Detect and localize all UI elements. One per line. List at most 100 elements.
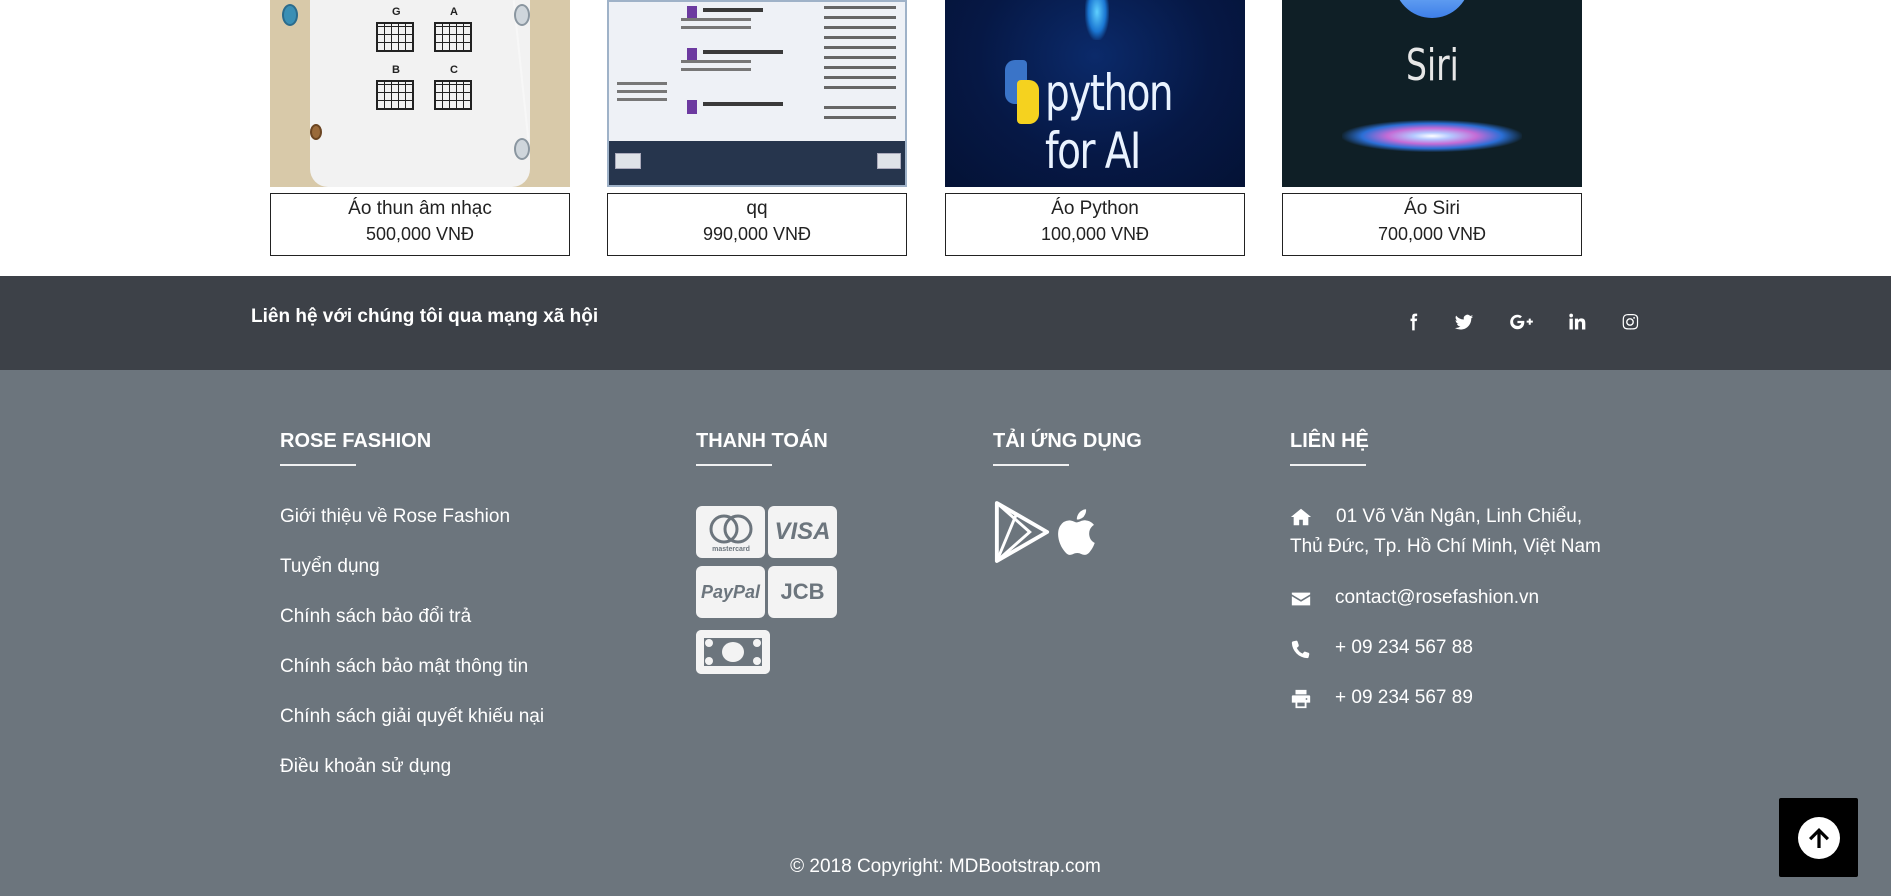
product-card[interactable]: G A B C Áo thun âm nhạc 500,000 VNĐ (270, 0, 570, 256)
product-name[interactable]: qq (608, 198, 906, 220)
brand-heading: ROSE FASHION (280, 430, 432, 466)
product-name[interactable]: Áo thun âm nhạc (271, 198, 569, 220)
siri-text: Siri (1406, 40, 1459, 91)
earbud (514, 4, 530, 26)
site-footer: ROSE FASHION Giới thiệu về Rose Fashion … (0, 370, 1891, 896)
product-card[interactable]: qq 990,000 VNĐ (607, 0, 907, 256)
package-icon (687, 100, 697, 114)
dialog-footer-bar (609, 141, 905, 185)
text-line (824, 16, 896, 19)
product-card[interactable]: python for AI Áo Python 100,000 VNĐ (945, 0, 1245, 256)
phone-icon (1290, 638, 1314, 660)
text-line (824, 106, 896, 109)
envelope-icon (1290, 588, 1314, 610)
product-info: qq 990,000 VNĐ (607, 193, 907, 256)
google-play-icon[interactable] (993, 500, 1051, 569)
footer-link-return-policy[interactable]: Chính sách bảo đổi trả (280, 606, 471, 628)
address-line-1: 01 Võ Văn Ngân, Linh Chiểu, (1336, 506, 1583, 527)
earbud (514, 138, 530, 160)
siri-wave (1342, 120, 1522, 152)
tshirt-shape (310, 0, 530, 187)
product-image[interactable]: G A B C (270, 0, 570, 187)
product-price: 700,000 VNĐ (1377, 224, 1487, 244)
google-plus-icon[interactable] (1507, 309, 1537, 335)
text-line (681, 26, 751, 29)
printer-icon (1290, 688, 1314, 710)
home-icon (1290, 506, 1314, 528)
linkedin-icon[interactable] (1564, 309, 1590, 335)
text-line (681, 60, 751, 63)
chord-diagram (434, 22, 472, 52)
footer-link-careers[interactable]: Tuyển dụng (280, 556, 380, 578)
product-info: Áo Siri 700,000 VNĐ (1282, 193, 1582, 256)
product-name[interactable]: Áo Siri (1283, 198, 1581, 220)
footer-link-about[interactable]: Giới thiệu về Rose Fashion (280, 506, 510, 528)
close-button-shape (877, 153, 901, 169)
product-price: 500,000 VNĐ (365, 224, 475, 244)
product-image[interactable]: Siri (1282, 0, 1582, 187)
product-name[interactable]: Áo Python (946, 198, 1244, 220)
contact-heading: LIÊN HỆ (1290, 430, 1369, 466)
text-line (617, 82, 667, 85)
twitter-icon[interactable] (1451, 309, 1477, 335)
social-bar-text: Liên hệ với chúng tôi qua mạng xã hội (251, 306, 599, 327)
keychain-shape (310, 124, 322, 140)
text-line (824, 56, 896, 59)
text-line (824, 36, 896, 39)
product-card[interactable]: Siri Áo Siri 700,000 VNĐ (1282, 0, 1582, 256)
visa-icon: VISA (768, 506, 837, 558)
product-price: 100,000 VNĐ (1040, 224, 1150, 244)
chord-diagram (376, 80, 414, 110)
chord-diagram (376, 22, 414, 52)
text-line (681, 18, 751, 21)
text-line (824, 76, 896, 79)
text-line (824, 26, 896, 29)
settings-button-shape (615, 153, 641, 169)
product-strip: G A B C Áo thun âm nhạc 500,000 VNĐ qq 9… (0, 0, 1891, 276)
glow-shape (1085, 0, 1109, 40)
cash-icon (696, 630, 770, 674)
jcb-icon: JCB (768, 566, 837, 618)
text-line (617, 90, 667, 93)
chord-label: A (450, 6, 458, 18)
text-line (824, 116, 896, 119)
chord-label: C (450, 64, 458, 76)
mastercard-icon: mastercard (696, 506, 765, 558)
python-text: python for AI (1045, 64, 1174, 180)
text-line (824, 86, 896, 89)
text-line (617, 98, 667, 101)
apps-heading: TẢI ỨNG DỤNG (993, 430, 1142, 466)
chord-label: G (392, 6, 401, 18)
product-price: 990,000 VNĐ (702, 224, 812, 244)
product-info: Áo Python 100,000 VNĐ (945, 193, 1245, 256)
contact-phone[interactable]: + 09 234 567 88 (1335, 633, 1473, 663)
apple-icon[interactable] (1055, 504, 1105, 565)
footer-link-complaints-policy[interactable]: Chính sách giải quyết khiếu nại (280, 706, 544, 728)
text-line (681, 68, 751, 71)
text-line (703, 102, 783, 106)
instagram-icon[interactable] (1617, 309, 1643, 335)
footer-link-privacy-policy[interactable]: Chính sách bảo mật thông tin (280, 656, 528, 678)
social-bar: Liên hệ với chúng tôi qua mạng xã hội (0, 276, 1891, 370)
product-image[interactable]: python for AI (945, 0, 1245, 187)
facebook-icon[interactable] (1400, 309, 1426, 335)
text-line (824, 46, 896, 49)
copyright-text: © 2018 Copyright: MDBootstrap.com (790, 856, 1101, 877)
chord-diagram (434, 80, 472, 110)
text-line (703, 8, 763, 12)
chord-label: B (392, 64, 400, 76)
python-logo (1017, 80, 1039, 124)
text-line (703, 50, 783, 54)
text-line (824, 6, 896, 9)
contact-fax: + 09 234 567 89 (1335, 687, 1473, 708)
arrow-up-circle-icon (1797, 816, 1840, 859)
svg-text:mastercard: mastercard (712, 546, 750, 553)
product-image[interactable] (607, 0, 907, 187)
contact-email[interactable]: contact@rosefashion.vn (1335, 583, 1539, 613)
sunglasses-shape (282, 4, 298, 26)
back-to-top-button[interactable] (1779, 798, 1858, 877)
paypal-icon: PayPal (696, 566, 765, 618)
footer-link-terms[interactable]: Điều khoản sử dụng (280, 756, 451, 778)
product-info: Áo thun âm nhạc 500,000 VNĐ (270, 193, 570, 256)
text-line (824, 66, 896, 69)
